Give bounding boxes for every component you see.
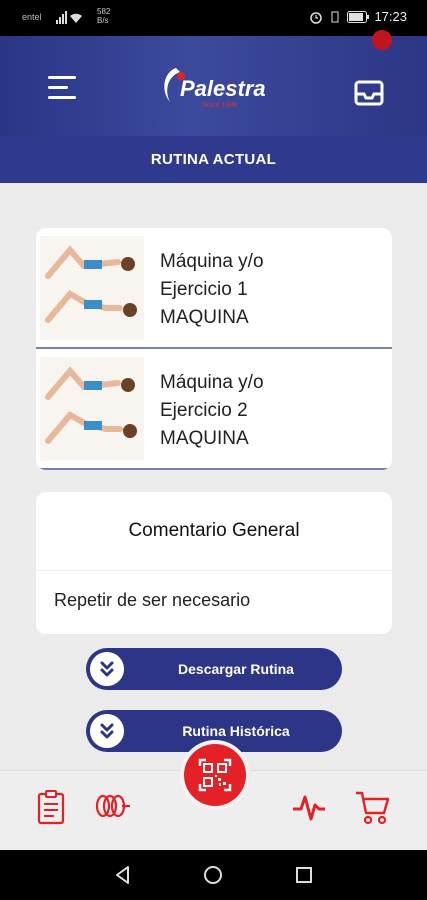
comment-title: Comentario General xyxy=(128,520,300,541)
exercise-description: Máquina y/o Ejercicio 2 MAQUINA xyxy=(160,372,264,449)
exercise-description: Máquina y/o Ejercicio 1 MAQUINA xyxy=(160,251,264,328)
list-item[interactable]: Máquina y/o Ejercicio 2 MAQUINA xyxy=(36,349,392,470)
vibrate-icon xyxy=(331,11,339,22)
battery-icon xyxy=(347,10,370,23)
notification-badge xyxy=(372,30,392,50)
clipboard-icon[interactable] xyxy=(36,789,66,825)
recents-icon[interactable] xyxy=(295,866,313,884)
scale-weights-icon[interactable] xyxy=(94,793,132,819)
divider xyxy=(36,570,392,571)
cart-icon[interactable] xyxy=(354,789,390,825)
qr-code-icon xyxy=(198,758,232,792)
network-speed: 582 B/s xyxy=(97,7,111,25)
palestra-logo: Palestra Since 1989 xyxy=(158,62,270,112)
app-header: Palestra Since 1989 xyxy=(0,30,427,136)
system-nav-bar xyxy=(0,850,427,900)
back-icon[interactable] xyxy=(113,865,133,885)
list-item[interactable]: Máquina y/o Ejercicio 1 MAQUINA xyxy=(36,228,392,349)
exercise-illustration xyxy=(40,357,144,461)
qr-scan-button[interactable] xyxy=(184,744,246,806)
signal-wifi-icon xyxy=(56,11,82,24)
status-bar: entel 582 B/s 17:23 xyxy=(0,0,427,36)
clock: 17:23 xyxy=(374,9,407,24)
alarm-icon xyxy=(310,11,323,24)
double-chevron-down-icon xyxy=(90,652,124,686)
home-icon[interactable] xyxy=(203,865,223,885)
download-routine-button[interactable]: Descargar Rutina xyxy=(86,648,342,690)
double-chevron-down-icon xyxy=(90,714,124,748)
page-title: RUTINA ACTUAL xyxy=(0,136,427,183)
exercise-list: Máquina y/o Ejercicio 1 MAQUINA Máquina … xyxy=(36,228,392,470)
heartbeat-icon[interactable] xyxy=(292,791,326,823)
menu-icon[interactable] xyxy=(48,76,78,100)
comment-body: Repetir de ser necesario xyxy=(54,590,251,610)
carrier-label: entel xyxy=(22,12,42,22)
inbox-icon[interactable] xyxy=(354,76,388,106)
comment-card: Comentario General Repetir de ser necesa… xyxy=(36,492,392,634)
exercise-illustration xyxy=(40,236,144,340)
